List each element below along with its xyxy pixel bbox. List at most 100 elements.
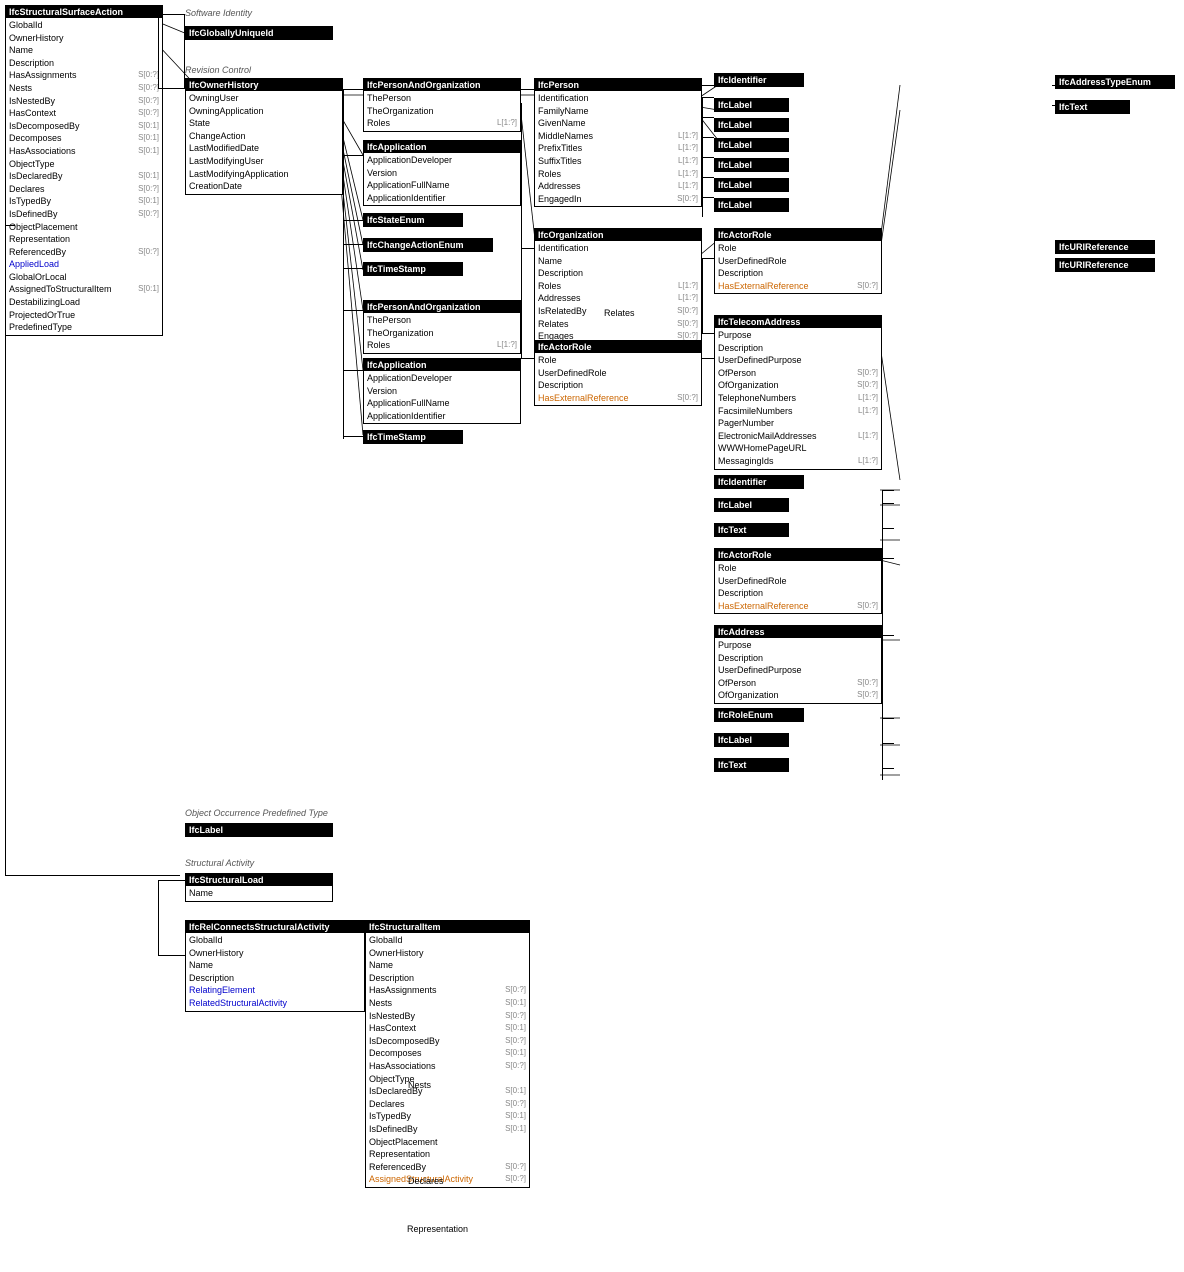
ifc-actor-role-1-header: IfcActorRole: [535, 341, 701, 353]
conn-telecom-role: [882, 718, 894, 719]
conn-pa1-actorvvert: [521, 103, 522, 358]
conn-actor1-id: [702, 358, 714, 359]
ifc-label-9-header: IfcLabel: [186, 824, 332, 836]
conn-bottom-rel: [158, 955, 185, 956]
ifc-rel-connects-structural-activity-header: IfcRelConnectsStructuralActivity: [186, 921, 364, 933]
section-object-occurrence: Object Occurrence Predefined Type: [185, 808, 328, 818]
ifc-address-header: IfcAddress: [715, 626, 881, 638]
ifc-actor-role-2-header: IfcActorRole: [715, 229, 881, 241]
ifc-label-2-box: IfcLabel: [714, 118, 789, 132]
ifc-globally-unique-id-header: IfcGloballyUniqueId: [186, 27, 332, 39]
ifc-time-stamp-1-box: IfcTimeStamp: [363, 262, 463, 276]
ifc-telecom-address-box: IfcTelecomAddress Purpose Description Us…: [714, 315, 882, 470]
ifc-person-box: IfcPerson Identification FamilyName Give…: [534, 78, 702, 207]
conn-pa1-org: [521, 248, 534, 249]
connector-bracket-1: [158, 14, 185, 89]
conn-telecom-text2: [882, 768, 894, 769]
ifc-label-2-header: IfcLabel: [715, 119, 788, 131]
ifc-uri-reference-1-header: IfcURIReference: [1056, 241, 1154, 253]
ifc-owner-history-box: IfcOwnerHistory OwningUser OwningApplica…: [185, 78, 343, 195]
ifc-state-enum-header: IfcStateEnum: [364, 214, 462, 226]
ifc-text-2-header: IfcText: [715, 759, 788, 771]
ifc-structural-item-header: IfcStructuralItem: [366, 921, 529, 933]
ifc-role-enum-header: IfcRoleEnum: [715, 709, 803, 721]
ifc-uri-reference-2-header: IfcURIReference: [1056, 259, 1154, 271]
conn-main-load-v: [5, 225, 6, 875]
conn-org-actor2: [702, 258, 714, 259]
ifc-actor-role-3-box: IfcActorRole Role UserDefinedRole Descri…: [714, 548, 882, 614]
ifc-change-action-enum-header: IfcChangeActionEnum: [364, 239, 492, 251]
conn-pa1-person: [521, 89, 534, 90]
conn-person-label3: [702, 137, 714, 138]
ifc-person-and-org-2-header: IfcPersonAndOrganization: [364, 301, 520, 313]
conn-person-label5: [702, 177, 714, 178]
ifc-uri-reference-1-box: IfcURIReference: [1055, 240, 1155, 254]
ifc-text-box: IfcText: [714, 523, 789, 537]
ifc-owner-history-header: IfcOwnerHistory: [186, 79, 342, 91]
ifc-actor-role-2-box: IfcActorRole Role UserDefinedRole Descri…: [714, 228, 882, 294]
conn-telecom-id2: [882, 490, 894, 491]
section-software-identity: Software Identity: [185, 8, 252, 18]
ifc-label-4-header: IfcLabel: [715, 159, 788, 171]
ifc-application-2-box: IfcApplication ApplicationDeveloper Vers…: [363, 358, 521, 424]
conn-owner-vert: [343, 89, 344, 439]
representation-label-structural-item: Representation: [407, 1224, 468, 1234]
ifc-structural-item-box: IfcStructuralItem GlobalId OwnerHistory …: [365, 920, 530, 1188]
ifc-label-9-box: IfcLabel: [185, 823, 333, 837]
conn-owner-ts2: [343, 436, 363, 437]
conn-owner-app2: [343, 370, 363, 371]
section-structural-activity: Structural Activity: [185, 858, 254, 868]
conn-right-enum: [1052, 85, 1055, 86]
conn-person-label1: [702, 97, 714, 98]
ifc-role-enum-box: IfcRoleEnum: [714, 708, 804, 722]
conn-org-telecom: [702, 333, 714, 334]
ifc-label-8-header: IfcLabel: [715, 734, 788, 746]
conn-person-label4: [702, 157, 714, 158]
ifc-structural-surface-action-box: IfcStructuralSurfaceAction GlobalId Owne…: [5, 5, 163, 336]
ifc-time-stamp-2-header: IfcTimeStamp: [364, 431, 462, 443]
ifc-label-1-header: IfcLabel: [715, 99, 788, 111]
ifc-address-box: IfcAddress Purpose Description UserDefin…: [714, 625, 882, 704]
conn-owner-pa1: [343, 89, 363, 90]
conn-org-vert2: [702, 258, 703, 333]
ifc-structural-load-box: IfcStructuralLoad Name: [185, 873, 333, 902]
conn-person-label2: [702, 117, 714, 118]
ifc-label-4-box: IfcLabel: [714, 158, 789, 172]
ifc-person-header: IfcPerson: [535, 79, 701, 91]
conn-main-load-h2: [5, 875, 180, 876]
ifc-structural-load-header: IfcStructuralLoad: [186, 874, 332, 886]
ifc-actor-role-1-box: IfcActorRole Role UserDefinedRole Descri…: [534, 340, 702, 406]
ifc-time-stamp-1-header: IfcTimeStamp: [364, 263, 462, 275]
ifc-text-header: IfcText: [715, 524, 788, 536]
conn-owner-state: [343, 220, 363, 221]
conn-owner-ts1: [343, 268, 363, 269]
ifc-application-1-header: IfcApplication: [364, 141, 520, 153]
ifc-label-6-box: IfcLabel: [714, 198, 789, 212]
conn-telecom-text: [882, 528, 894, 529]
ifc-application-2-header: IfcApplication: [364, 359, 520, 371]
ifc-telecom-address-header: IfcTelecomAddress: [715, 316, 881, 328]
ifc-identifier-2-box: IfcIdentifier: [714, 475, 804, 489]
ifc-label-5-header: IfcLabel: [715, 179, 788, 191]
conn-telecom-actor3: [882, 558, 894, 559]
ifc-address-type-enum-header: IfcAddressTypeEnum: [1056, 76, 1174, 88]
ifc-label-3-header: IfcLabel: [715, 139, 788, 151]
ifc-identifier-1-header: IfcIdentifier: [715, 74, 803, 86]
ifc-label-1-box: IfcLabel: [714, 98, 789, 112]
connector-vertical-1: [158, 14, 159, 89]
ifc-person-and-org-2-box: IfcPersonAndOrganization ThePerson TheOr…: [363, 300, 521, 354]
conn-telecom-label7: [882, 503, 894, 504]
conn-owner-pa2: [343, 310, 363, 311]
conn-person-label6: [702, 197, 714, 198]
ifc-label-8-box: IfcLabel: [714, 733, 789, 747]
ifc-organization-box: IfcOrganization Identification Name Desc…: [534, 228, 702, 345]
ifc-organization-header: IfcOrganization: [535, 229, 701, 241]
conn-pa1-actor: [521, 358, 534, 359]
ifc-time-stamp-2-box: IfcTimeStamp: [363, 430, 463, 444]
ifc-actor-role-3-header: IfcActorRole: [715, 549, 881, 561]
diagram-container: Software Identity Revision Control Objec…: [0, 0, 1184, 1272]
connector-line-ownerhistory: [158, 88, 185, 89]
conn-bottom-vert: [158, 880, 159, 955]
nests-label-structural-item: Nests: [408, 1080, 431, 1090]
ifc-person-and-org-1-box: IfcPersonAndOrganization ThePerson TheOr…: [363, 78, 521, 132]
